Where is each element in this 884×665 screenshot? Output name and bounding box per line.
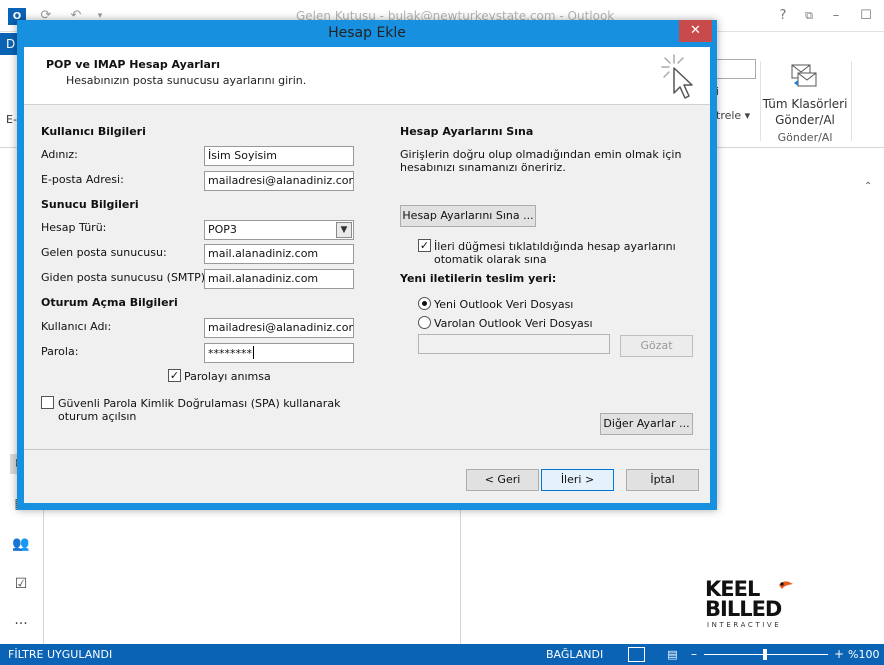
cursor-click-icon [661,54,693,99]
ribbon-fragment-label: E- [6,113,17,126]
spa-checkbox[interactable] [41,396,54,409]
test-settings-section-title: Hesap Ayarlarını Sına [400,125,534,138]
spa-label-line1[interactable]: Güvenli Parola Kimlik Doğrulaması (SPA) … [58,397,340,410]
maximize-icon[interactable]: ☐ [856,6,876,26]
account-type-value: POP3 [208,223,237,236]
header-subtitle: Hesabınızın posta sunucusu ayarlarını gi… [66,74,307,87]
help-icon[interactable]: ? [773,6,793,26]
dialog-close-button[interactable]: ✕ [679,20,712,42]
password-value: ******** [208,347,252,360]
logo-text-line2: BILLED [705,597,782,621]
username-label: Kullanıcı Adı: [41,320,112,333]
minimize-icon[interactable]: – [826,6,846,26]
cancel-button[interactable]: İptal [626,469,699,491]
email-field[interactable]: mailadresi@alanadiniz.com [204,171,354,191]
zoom-slider-thumb[interactable] [763,649,767,660]
tasks-nav-icon[interactable]: ☑ [10,574,32,594]
send-receive-all-folders-icon[interactable] [790,63,818,89]
more-settings-button[interactable]: Diğer Ayarlar ... [600,413,693,435]
status-filter-text: FİLTRE UYGULANDI [8,648,113,661]
email-label: E-posta Adresi: [41,173,124,186]
incoming-server-field[interactable]: mail.alanadiniz.com [204,244,354,264]
existing-data-file-label[interactable]: Varolan Outlook Veri Dosyası [434,317,593,330]
ribbon-search-box[interactable] [716,59,756,79]
ribbon-separator [760,61,761,141]
delivery-section-title: Yeni iletilerin teslim yeri: [400,272,557,285]
toucan-icon [779,581,793,589]
text-caret [253,346,254,359]
remember-password-label[interactable]: Parolayı anımsa [184,370,271,383]
new-data-file-label[interactable]: Yeni Outlook Veri Dosyası [434,298,573,311]
collapse-ribbon-icon[interactable]: ⌃ [864,181,872,192]
user-info-section-title: Kullanıcı Bilgileri [41,125,146,138]
browse-button: Gözat [620,335,693,357]
add-account-dialog: Hesap Ekle ✕ POP ve IMAP Hesap Ayarları … [17,20,717,510]
back-button[interactable]: < Geri [466,469,539,491]
logo-text-line3: INTERACTIVE [707,621,782,629]
keel-billed-logo: KEEL BILLED INTERACTIVE [705,578,795,632]
send-receive-all-folders-button[interactable]: Tüm Klasörleri Gönder/Al [762,96,848,128]
filter-email-dropdown[interactable]: trele ▾ [716,109,750,122]
status-bar: FİLTRE UYGULANDI BAĞLANDI ▤ – + %100 [0,644,884,665]
radio-selected-dot [422,301,427,306]
zoom-out-icon[interactable]: – [691,644,697,665]
chevron-down-icon[interactable]: ▼ [336,222,352,238]
more-nav-icon[interactable]: ··· [10,614,32,634]
ribbon-display-icon[interactable]: ⧉ [799,6,819,26]
outgoing-server-label: Giden posta sunucusu (SMTP): [41,271,209,284]
auto-test-label-line2[interactable]: otomatik olarak sına [434,253,547,266]
dialog-titlebar[interactable]: Hesap Ekle ✕ [17,20,717,47]
logon-info-section-title: Oturum Açma Bilgileri [41,296,178,309]
dialog-body: POP ve IMAP Hesap Ayarları Hesabınızın p… [24,47,710,503]
dialog-footer-separator [24,449,710,450]
password-field[interactable]: ******** [204,343,354,363]
new-data-file-radio[interactable] [418,297,431,310]
dialog-header: POP ve IMAP Hesap Ayarları Hesabınızın p… [24,47,710,105]
zoom-in-icon[interactable]: + [834,644,844,665]
data-file-path-field [418,334,610,354]
people-nav-icon[interactable]: 👥 [10,534,32,554]
auto-test-checkbox[interactable]: ✓ [418,239,431,252]
dialog-title: Hesap Ekle [328,25,406,41]
ribbon-group-label: Gönder/Al [777,131,833,144]
incoming-server-label: Gelen posta sunucusu: [41,246,167,259]
next-button[interactable]: İleri > [541,469,614,491]
account-type-label: Hesap Türü: [41,221,107,234]
existing-data-file-radio[interactable] [418,316,431,329]
test-account-settings-button[interactable]: Hesap Ayarlarını Sına ... [400,205,536,227]
ribbon-separator-2 [851,61,852,141]
password-label: Parola: [41,345,79,358]
header-title: POP ve IMAP Hesap Ayarları [46,58,221,71]
name-label: Adınız: [41,148,78,161]
remember-password-checkbox[interactable]: ✓ [168,369,181,382]
normal-view-icon[interactable] [628,647,645,662]
name-field[interactable]: İsim Soyisim [204,146,354,166]
outgoing-server-field[interactable]: mail.alanadiniz.com [204,269,354,289]
auto-test-label-line1[interactable]: İleri düğmesi tıklatıldığında hesap ayar… [434,240,676,253]
status-connection-text: BAĞLANDI [546,648,604,661]
reading-view-icon[interactable]: ▤ [664,647,681,662]
account-type-select[interactable]: POP3 ▼ [204,220,354,240]
zoom-level[interactable]: %100 [848,644,879,665]
test-description-line1: Girişlerin doğru olup olmadığından emin … [400,148,682,161]
server-info-section-title: Sunucu Bilgileri [41,198,139,211]
spa-label-line2[interactable]: oturum açılsın [58,410,136,423]
username-field[interactable]: mailadresi@alanadiniz.com [204,318,354,338]
test-description-line2: hesabınızı sınamanızı öneririz. [400,161,566,174]
